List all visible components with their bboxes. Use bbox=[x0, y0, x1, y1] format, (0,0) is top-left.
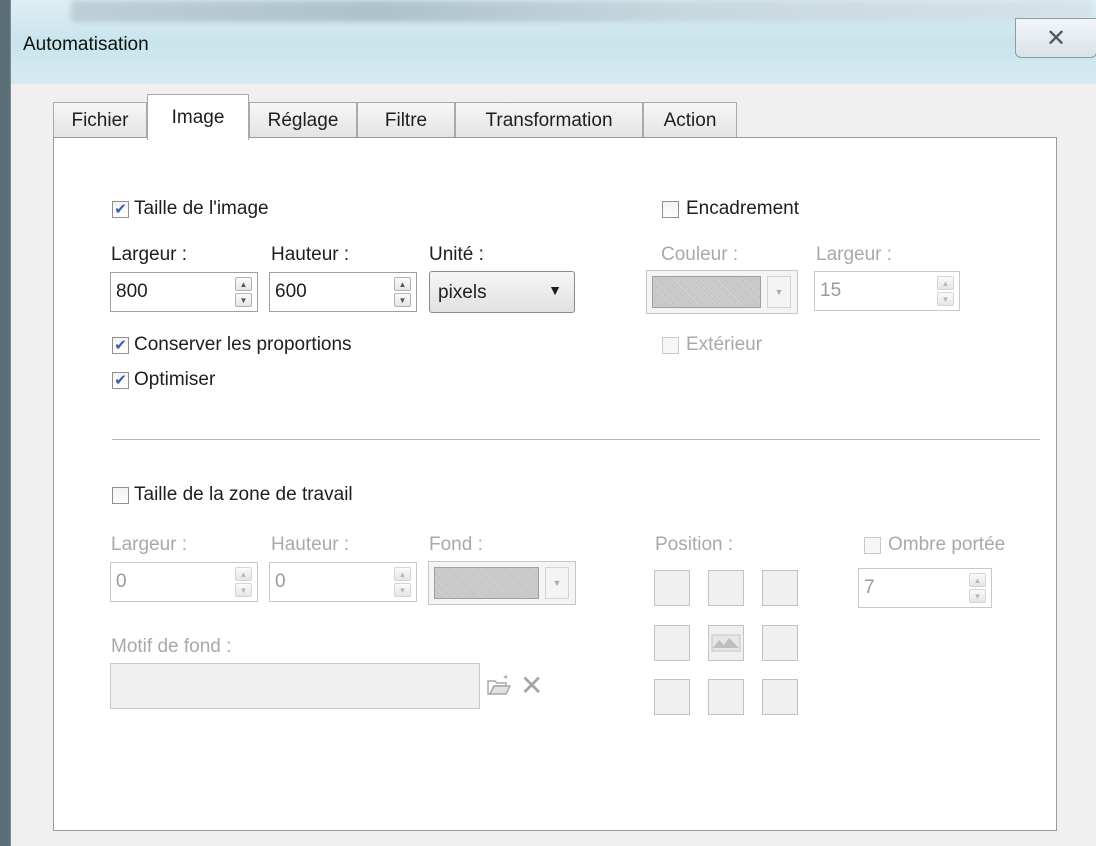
window-title: Automatisation bbox=[23, 34, 149, 55]
frame-width-label: Largeur : bbox=[816, 244, 893, 265]
outside-checkbox[interactable] bbox=[662, 337, 679, 354]
spin-up-icon[interactable]: ▲ bbox=[235, 277, 252, 291]
tab-transformation[interactable]: Transformation bbox=[455, 102, 643, 138]
background-label: Fond : bbox=[429, 534, 483, 555]
clear-icon[interactable]: ✕ bbox=[520, 672, 543, 700]
tab-label: Filtre bbox=[384, 109, 428, 131]
tab-label: Fichier bbox=[71, 109, 129, 131]
checkmark-icon: ✔ bbox=[114, 201, 127, 218]
tab-image[interactable]: Image bbox=[147, 94, 249, 140]
image-tab-panel: ✔ Taille de l'image Largeur : Hauteur : … bbox=[53, 137, 1057, 831]
unit-value: pixels bbox=[438, 282, 487, 303]
background-blur bbox=[71, 0, 1091, 22]
unit-label: Unité : bbox=[429, 244, 484, 265]
checkmark-icon: ✔ bbox=[114, 372, 127, 389]
color-swatch bbox=[434, 567, 539, 599]
spin-down-icon[interactable]: ▼ bbox=[937, 292, 954, 306]
color-swatch bbox=[652, 276, 761, 308]
shadow-checkbox[interactable] bbox=[864, 537, 881, 554]
shadow-spinbox[interactable]: 7 ▲ ▼ bbox=[858, 568, 992, 608]
width-label: Largeur : bbox=[111, 244, 188, 265]
frame-label: Encadrement bbox=[686, 198, 800, 219]
background-color-picker[interactable]: ▼ bbox=[428, 561, 576, 605]
checkmark-icon: ✔ bbox=[114, 337, 127, 354]
height-value: 600 bbox=[275, 281, 307, 302]
spin-down-icon[interactable]: ▼ bbox=[394, 583, 411, 597]
image-size-checkbox[interactable]: ✔ bbox=[112, 201, 129, 218]
position-bottom-right[interactable] bbox=[762, 679, 798, 715]
frame-color-picker[interactable]: ▼ bbox=[646, 270, 798, 314]
spin-up-icon[interactable]: ▲ bbox=[394, 277, 411, 291]
chevron-down-icon: ▼ bbox=[548, 282, 562, 298]
spin-down-icon[interactable]: ▼ bbox=[235, 293, 252, 307]
tab-reglage[interactable]: Réglage bbox=[249, 102, 357, 138]
keep-ratio-label: Conserver les proportions bbox=[134, 334, 352, 355]
spin-down-icon[interactable]: ▼ bbox=[235, 583, 252, 597]
title-bar: Automatisation ✕ bbox=[11, 0, 1096, 84]
chevron-down-icon: ▼ bbox=[767, 276, 791, 308]
position-middle-right[interactable] bbox=[762, 625, 798, 661]
shadow-label: Ombre portée bbox=[888, 534, 1006, 555]
canvas-height-label: Hauteur : bbox=[271, 534, 350, 555]
spin-down-icon[interactable]: ▼ bbox=[394, 293, 411, 307]
tab-action[interactable]: Action bbox=[643, 102, 737, 138]
optimize-checkbox[interactable]: ✔ bbox=[112, 372, 129, 389]
optimize-label: Optimiser bbox=[134, 369, 216, 390]
position-top-right[interactable] bbox=[762, 570, 798, 606]
spin-up-icon[interactable]: ▲ bbox=[969, 573, 986, 587]
unit-select[interactable]: pixels ▼ bbox=[429, 271, 575, 313]
chevron-down-icon: ▼ bbox=[545, 567, 569, 599]
canvas-height-spinbox[interactable]: 0 ▲ ▼ bbox=[269, 562, 417, 602]
canvas-size-checkbox[interactable] bbox=[112, 487, 129, 504]
height-spinbox[interactable]: 600 ▲ ▼ bbox=[269, 272, 417, 312]
spin-up-icon[interactable]: ▲ bbox=[235, 567, 252, 581]
tab-fichier[interactable]: Fichier bbox=[53, 102, 147, 138]
position-middle-left[interactable] bbox=[654, 625, 690, 661]
canvas-width-value: 0 bbox=[116, 571, 127, 592]
folder-open-icon[interactable] bbox=[486, 674, 512, 698]
width-spinbox[interactable]: 800 ▲ ▼ bbox=[110, 272, 258, 312]
outside-label: Extérieur bbox=[686, 334, 763, 355]
spin-up-icon[interactable]: ▲ bbox=[937, 276, 954, 290]
canvas-width-spinbox[interactable]: 0 ▲ ▼ bbox=[110, 562, 258, 602]
pattern-label: Motif de fond : bbox=[111, 636, 232, 657]
frame-color-label: Couleur : bbox=[661, 244, 739, 265]
tab-filtre[interactable]: Filtre bbox=[357, 102, 455, 138]
position-center[interactable] bbox=[708, 625, 744, 661]
image-thumbnail-icon bbox=[711, 634, 741, 652]
image-size-label: Taille de l'image bbox=[134, 198, 269, 219]
position-label: Position : bbox=[655, 534, 734, 555]
position-top-center[interactable] bbox=[708, 570, 744, 606]
close-icon: ✕ bbox=[1045, 24, 1067, 52]
tab-label: Transformation bbox=[485, 109, 613, 131]
position-bottom-center[interactable] bbox=[708, 679, 744, 715]
position-top-left[interactable] bbox=[654, 570, 690, 606]
canvas-height-value: 0 bbox=[275, 571, 286, 592]
tab-label: Image bbox=[171, 106, 225, 128]
tab-label: Réglage bbox=[267, 109, 339, 131]
spin-up-icon[interactable]: ▲ bbox=[394, 567, 411, 581]
canvas-width-label: Largeur : bbox=[111, 534, 188, 555]
shadow-value: 7 bbox=[864, 577, 875, 598]
section-divider bbox=[112, 439, 1040, 440]
frame-checkbox[interactable] bbox=[662, 201, 679, 218]
frame-width-spinbox[interactable]: 15 ▲ ▼ bbox=[814, 271, 960, 311]
position-bottom-left[interactable] bbox=[654, 679, 690, 715]
automation-dialog: Automatisation ✕ Fichier Image Réglage F… bbox=[10, 0, 1096, 846]
width-value: 800 bbox=[116, 281, 148, 302]
canvas-size-label: Taille de la zone de travail bbox=[134, 484, 353, 505]
tab-label: Action bbox=[663, 109, 717, 131]
keep-ratio-checkbox[interactable]: ✔ bbox=[112, 337, 129, 354]
height-label: Hauteur : bbox=[271, 244, 350, 265]
frame-width-value: 15 bbox=[820, 280, 842, 301]
pattern-input[interactable] bbox=[110, 663, 480, 709]
close-button[interactable]: ✕ bbox=[1015, 18, 1096, 58]
spin-down-icon[interactable]: ▼ bbox=[969, 589, 986, 603]
